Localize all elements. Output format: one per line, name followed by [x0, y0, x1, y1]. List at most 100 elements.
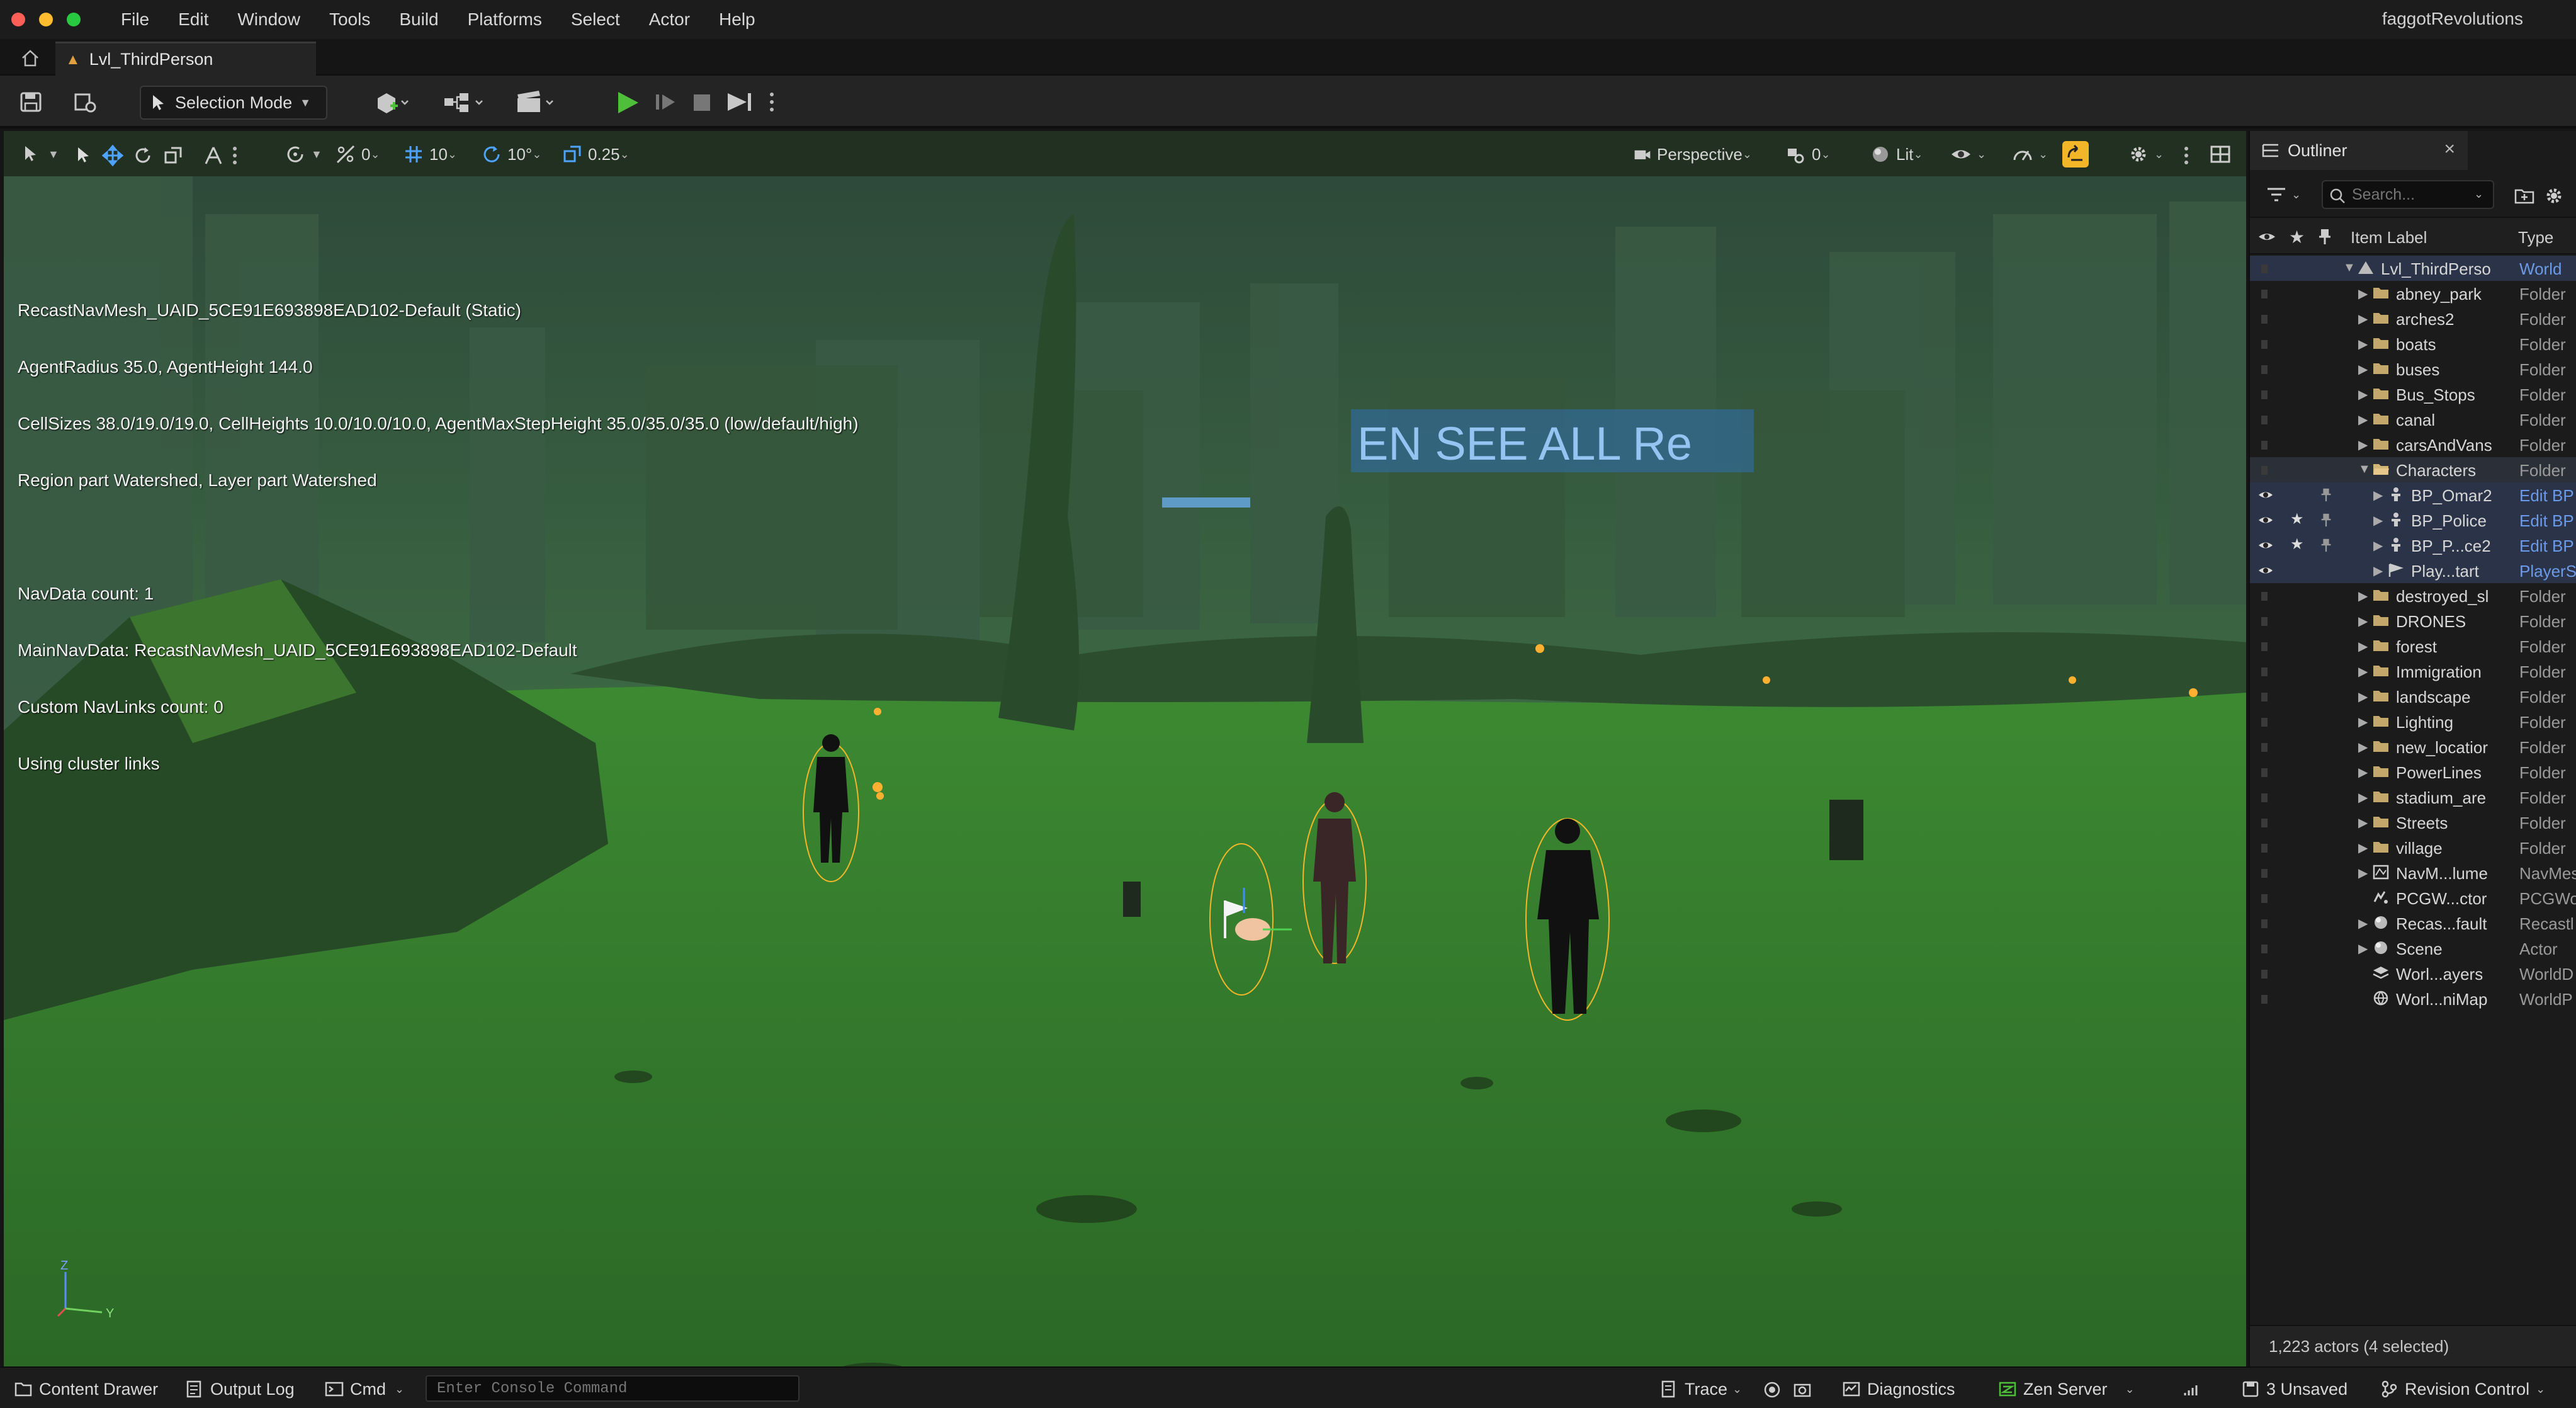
outliner-row[interactable]: ▶ canal Folder [2250, 407, 2576, 432]
console-command-input[interactable] [426, 1375, 799, 1402]
collapse-icon[interactable]: ▼ [2358, 462, 2371, 477]
menu-file[interactable]: File [121, 9, 149, 30]
outliner-row[interactable]: ▶ abney_park Folder [2250, 281, 2576, 306]
visibility-placeholder-icon[interactable] [2257, 588, 2274, 603]
outliner-row[interactable]: ▶ buses Folder [2250, 356, 2576, 382]
play-icon[interactable] [612, 88, 643, 117]
menu-window[interactable]: Window [237, 9, 300, 30]
menu-edit[interactable]: Edit [178, 9, 208, 30]
outliner-row[interactable]: ▶ Bus_Stops Folder [2250, 382, 2576, 407]
content-drawer-button[interactable]: Content Drawer [14, 1377, 158, 1402]
record-icon[interactable] [1763, 1380, 1782, 1399]
outliner-row[interactable]: ▶ carsAndVans Folder [2250, 432, 2576, 457]
visibility-placeholder-icon[interactable] [2257, 991, 2274, 1006]
visibility-placeholder-icon[interactable] [2257, 790, 2274, 805]
expand-icon[interactable]: ▶ [2358, 437, 2368, 453]
visibility-placeholder-icon[interactable] [2257, 714, 2274, 729]
visibility-placeholder-icon[interactable] [2257, 336, 2274, 351]
revision-control-dropdown[interactable]: Revision Control ⌄ [2380, 1377, 2545, 1402]
outliner-row[interactable]: ★ ▶ BP_P...ce2 Edit BP [2250, 533, 2576, 558]
column-type[interactable]: Type [2518, 228, 2553, 247]
expand-icon[interactable]: ▶ [2358, 865, 2368, 881]
outliner-row-type[interactable]: Edit BP [2519, 537, 2574, 556]
outliner-row[interactable]: ★ ▶ BP_Police Edit BP [2250, 508, 2576, 533]
visibility-placeholder-icon[interactable] [2257, 916, 2274, 931]
blueprint-icon[interactable] [441, 89, 489, 115]
visibility-placeholder-icon[interactable] [2257, 387, 2274, 402]
star-icon[interactable]: ★ [2290, 510, 2304, 528]
visibility-placeholder-icon[interactable] [2257, 865, 2274, 880]
outliner-row[interactable]: ▶ forest Folder [2250, 633, 2576, 659]
outliner-row[interactable]: Worl...ayers WorldD [2250, 961, 2576, 986]
expand-icon[interactable]: ▶ [2358, 387, 2368, 402]
expand-icon[interactable]: ▶ [2358, 311, 2368, 327]
menu-tools[interactable]: Tools [329, 9, 370, 30]
outliner-row[interactable]: Worl...niMap WorldP [2250, 986, 2576, 1011]
zoom-window-button[interactable] [67, 13, 81, 26]
minimize-window-button[interactable] [39, 13, 53, 26]
game-view-toggle-icon[interactable] [2062, 141, 2089, 167]
screenshot-icon[interactable] [1793, 1380, 1812, 1399]
expand-icon[interactable]: ▶ [2358, 336, 2368, 352]
visibility-placeholder-icon[interactable] [2257, 311, 2274, 326]
outliner-row[interactable]: ▶ BP_Omar2 Edit BP [2250, 482, 2576, 508]
cursor-arrow-icon[interactable] [73, 145, 94, 166]
outliner-row[interactable]: ▶ Streets Folder [2250, 810, 2576, 835]
expand-icon[interactable]: ▶ [2358, 764, 2368, 780]
transform-menu[interactable]: ▼ [21, 142, 59, 166]
expand-icon[interactable]: ▶ [2358, 664, 2368, 679]
home-icon[interactable] [18, 47, 43, 69]
outliner-row[interactable]: ▶ destroyed_sl Folder [2250, 583, 2576, 608]
expand-icon[interactable]: ▶ [2358, 815, 2368, 831]
menu-platforms[interactable]: Platforms [468, 9, 542, 30]
source-control-icon[interactable] [72, 89, 98, 115]
outliner-row[interactable]: ▶ landscape Folder [2250, 684, 2576, 709]
outliner-row[interactable]: ▶ Lighting Folder [2250, 709, 2576, 734]
rotate-icon[interactable] [132, 145, 154, 166]
add-folder-icon[interactable] [2514, 186, 2534, 205]
close-window-button[interactable] [11, 13, 25, 26]
outliner-row[interactable]: ▶ village Folder [2250, 835, 2576, 860]
visibility-eye-icon[interactable] [2257, 563, 2274, 578]
visibility-placeholder-icon[interactable] [2257, 613, 2274, 628]
camera-speed-dropdown[interactable]: 0 ⌄ [1785, 142, 1831, 166]
show-flags-dropdown[interactable]: ⌄ [1950, 142, 1986, 166]
visibility-placeholder-icon[interactable] [2257, 941, 2274, 956]
outliner-row[interactable]: ▼ Lvl_ThirdPerso World [2250, 256, 2576, 281]
filter-dropdown[interactable]: ⌄ [2265, 185, 2301, 204]
rotation-snap-toggle[interactable]: 0 ⌄ [335, 142, 380, 166]
tab-level[interactable]: ▲ Lvl_ThirdPerson [55, 42, 316, 76]
more-options-icon[interactable] [230, 145, 239, 166]
visibility-eye-icon[interactable] [2257, 538, 2274, 553]
diagnostics-button[interactable]: Diagnostics [1842, 1377, 1955, 1402]
outliner-row-type[interactable]: Edit BP [2519, 511, 2574, 531]
expand-icon[interactable]: ▶ [2358, 412, 2368, 428]
expand-icon[interactable]: ▶ [2358, 361, 2368, 377]
outliner-row[interactable]: ▶ Immigration Folder [2250, 659, 2576, 684]
expand-icon[interactable]: ▶ [2358, 739, 2368, 755]
visibility-placeholder-icon[interactable] [2257, 639, 2274, 654]
outliner-row[interactable]: ▶ Play...tart PlayerS [2250, 558, 2576, 583]
pin-icon[interactable] [2318, 487, 2334, 502]
outliner-row[interactable]: ▶ boats Folder [2250, 331, 2576, 356]
expand-icon[interactable]: ▶ [2358, 790, 2368, 805]
visibility-eye-icon[interactable] [2257, 513, 2274, 528]
visibility-placeholder-icon[interactable] [2257, 689, 2274, 704]
visibility-placeholder-icon[interactable] [2257, 764, 2274, 780]
add-actor-icon[interactable] [374, 89, 412, 115]
visibility-placeholder-icon[interactable] [2257, 286, 2274, 301]
visibility-placeholder-icon[interactable] [2257, 361, 2274, 377]
visibility-placeholder-icon[interactable] [2257, 412, 2274, 427]
save-icon[interactable] [18, 89, 44, 115]
expand-icon[interactable]: ▶ [2358, 840, 2368, 856]
outliner-row-type[interactable]: Edit BP [2519, 486, 2574, 506]
view-mode-dropdown[interactable]: Lit ⌄ [1870, 142, 1923, 166]
visibility-placeholder-icon[interactable] [2257, 966, 2274, 981]
star-icon[interactable]: ★ [2289, 227, 2305, 247]
outliner-row[interactable]: ▶ stadium_are Folder [2250, 785, 2576, 810]
grid-snap-toggle[interactable]: 10 ⌄ [403, 142, 457, 166]
outliner-search-input[interactable] [2322, 180, 2494, 209]
eject-icon[interactable] [724, 89, 755, 115]
visibility-placeholder-icon[interactable] [2257, 890, 2274, 906]
menu-help[interactable]: Help [719, 9, 755, 30]
